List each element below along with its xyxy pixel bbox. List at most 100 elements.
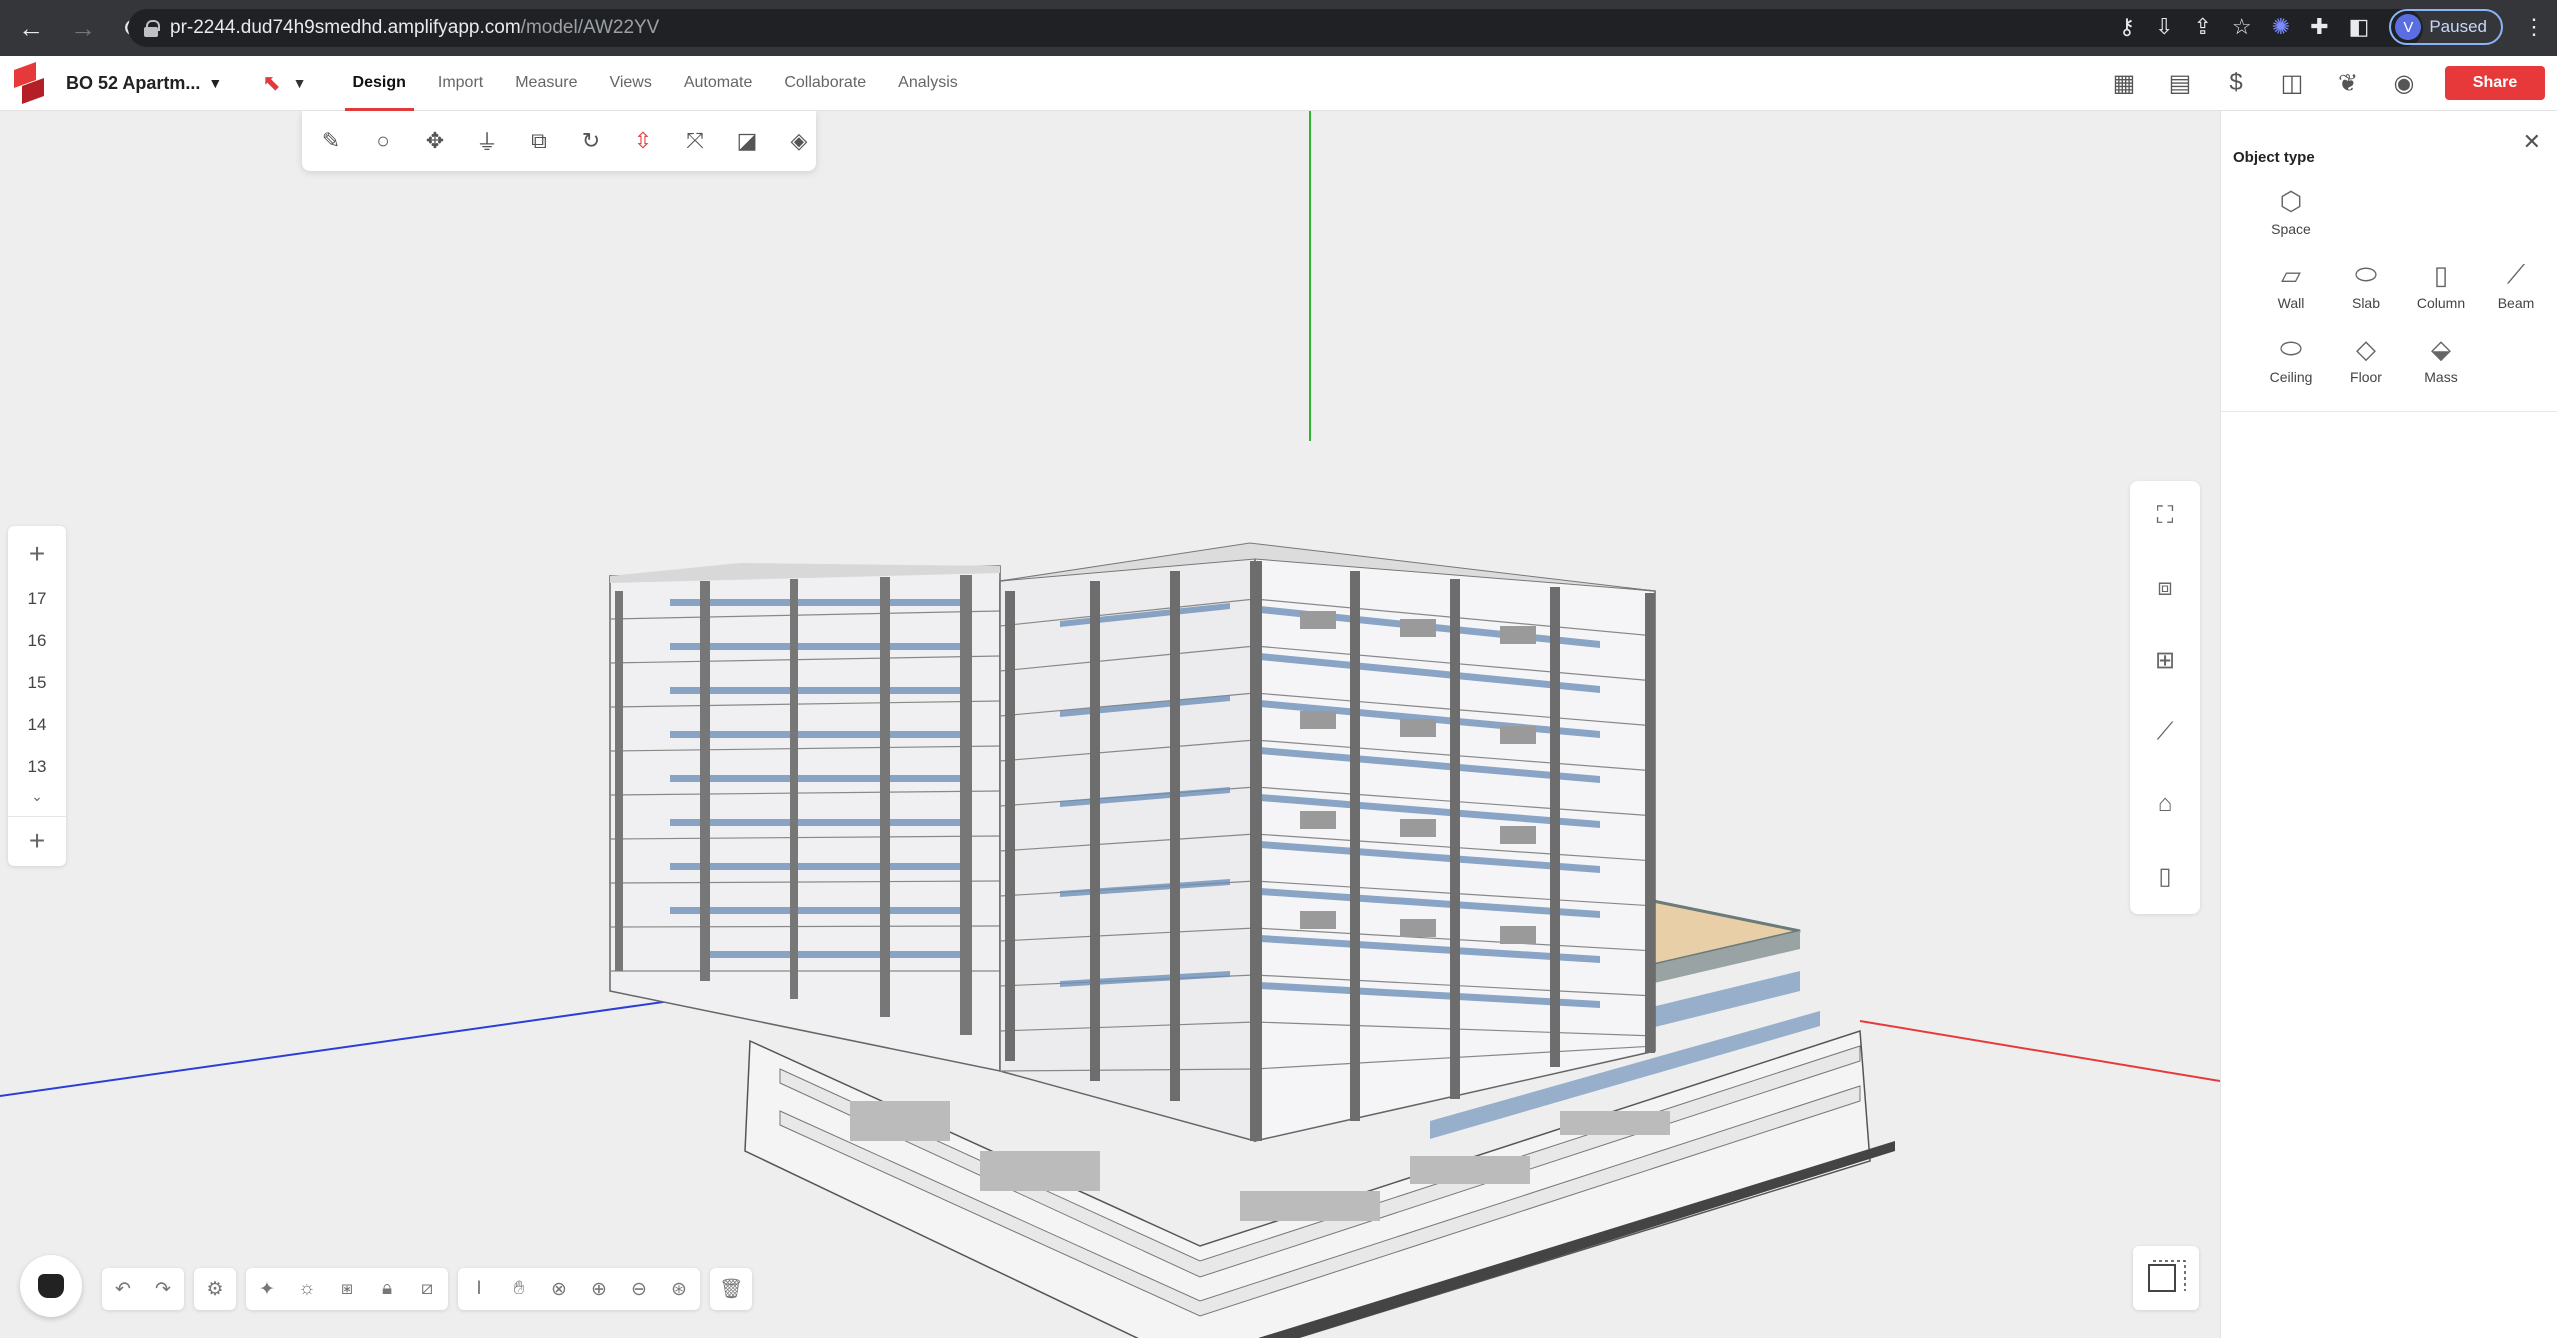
split-icon[interactable]: ⤧	[680, 126, 710, 156]
object-type-beam[interactable]: ⟋ Beam	[2476, 255, 2556, 311]
visibility-eye-icon[interactable]: ◉	[2389, 68, 2419, 98]
browser-menu-icon[interactable]: ⋮	[2523, 14, 2545, 40]
light-bulb-icon[interactable]: ☼	[294, 1276, 320, 1302]
pan-hand-icon[interactable]: ✋︎	[506, 1276, 532, 1302]
object-type-wall[interactable]: ▱ Wall	[2251, 255, 2331, 312]
profile-status: Paused	[2429, 17, 2487, 36]
delete-group: 🗑︎	[710, 1268, 752, 1310]
chat-launcher-button[interactable]	[20, 1255, 82, 1317]
left-tower-front	[609, 565, 1001, 1072]
copy-icon[interactable]: ⧉	[524, 126, 554, 156]
url-path: /model/AW22YV	[520, 17, 660, 38]
side-panel-icon[interactable]: ◧	[2349, 14, 2370, 40]
tab-design[interactable]: Design	[337, 56, 422, 111]
forward-icon[interactable]: →	[68, 13, 98, 44]
cursor-text-icon[interactable]: I	[466, 1276, 492, 1302]
extensions-puzzle-icon[interactable]: ✚	[2310, 14, 2328, 40]
move-icon[interactable]: ✥	[420, 126, 450, 156]
back-icon[interactable]: ←	[16, 13, 46, 44]
lock-icon[interactable]: 🔒︎	[374, 1276, 400, 1302]
chevron-down-icon[interactable]: ⌄	[31, 788, 43, 806]
floor-icon: ◇	[2356, 333, 2376, 364]
object-type-ceiling[interactable]: ⬭ Ceiling	[2251, 329, 2331, 385]
avatar: V	[2395, 14, 2422, 40]
redo-icon[interactable]: ↷	[150, 1276, 176, 1302]
paint-roller-icon[interactable]: ⧆	[334, 1276, 360, 1302]
mirror-icon[interactable]: ⇳	[628, 126, 658, 156]
sun-study-icon[interactable]: ✦	[254, 1276, 280, 1302]
bookmark-star-icon[interactable]: ☆	[2232, 14, 2252, 40]
circle-icon[interactable]: ○	[368, 126, 398, 156]
cost-dollar-icon[interactable]: $	[2221, 68, 2251, 98]
zoom-in-icon[interactable]: ⊕	[586, 1276, 612, 1302]
settings-gear-icon[interactable]: ⚙	[202, 1276, 228, 1302]
share-button[interactable]: Share	[2445, 66, 2545, 100]
cube-icon: ⬡	[2279, 185, 2303, 216]
level-item[interactable]: 15	[28, 662, 47, 704]
rotate-icon[interactable]: ↻	[576, 126, 606, 156]
undo-icon[interactable]: ↶	[110, 1276, 136, 1302]
level-item[interactable]: 16	[28, 620, 47, 662]
object-type-floor[interactable]: ◇ Floor	[2326, 329, 2406, 386]
close-icon[interactable]: ✕	[2523, 129, 2541, 155]
profile-button[interactable]: V Paused	[2389, 9, 2503, 45]
chat-bubble-icon	[38, 1274, 64, 1298]
add-level-below-button[interactable]: +	[8, 816, 66, 857]
object-type-label: Ceiling	[2269, 369, 2313, 385]
ruler-icon[interactable]: ⟋	[2150, 715, 2180, 749]
object-type-space[interactable]: ⬡ Space	[2251, 181, 2331, 238]
view-cube-button[interactable]	[2133, 1246, 2199, 1310]
side-tool-strip: ⛶ ⧈ ⊞ ⟋ ⌂ ▯	[2130, 481, 2200, 914]
panel-divider	[2221, 411, 2557, 412]
furniture-sofa-icon[interactable]: ⌂	[2150, 787, 2180, 821]
key-icon[interactable]: ⚷	[2119, 14, 2135, 40]
tab-automate[interactable]: Automate	[668, 56, 768, 111]
comments-icon[interactable]: ◫	[2277, 68, 2307, 98]
tab-collaborate[interactable]: Collaborate	[768, 56, 882, 111]
sustainability-leaf-icon[interactable]: ❦	[2333, 68, 2363, 98]
elevator-icon[interactable]: ⧈	[2150, 571, 2180, 605]
grid-icon[interactable]: ⊞	[2150, 643, 2180, 677]
trash-icon[interactable]: 🗑︎	[718, 1276, 744, 1302]
main-tabs: Design Import Measure Views Automate Col…	[337, 56, 974, 111]
scene-tools-group: ✦ ☼ ⧆ 🔒︎ ⧄	[246, 1268, 448, 1310]
floorplan-icon[interactable]: ▦	[2109, 68, 2139, 98]
push-pull-icon[interactable]: ⏚	[472, 126, 502, 156]
level-item[interactable]: 17	[28, 578, 47, 620]
cursor-icon: ⬉	[262, 70, 281, 95]
tab-analysis[interactable]: Analysis	[882, 56, 974, 111]
object-type-mass[interactable]: ⬙ Mass	[2401, 329, 2481, 386]
3d-viewport[interactable]: ✎ ○ ✥ ⏚ ⧉ ↻ ⇳ ⤧ ◪ ◈ + 17 16 15 14 13 ⌄ +…	[0, 111, 2220, 1338]
tab-views[interactable]: Views	[593, 56, 667, 111]
object-type-column[interactable]: ▯ Column	[2401, 255, 2481, 312]
site-map-icon[interactable]: ⛶	[2150, 499, 2180, 533]
object-type-slab[interactable]: ⬭ Slab	[2326, 255, 2406, 311]
bottom-toolbar: ↶ ↷ ⚙ ✦ ☼ ⧆ 🔒︎ ⧄ I ✋︎ ⊗ ⊕ ⊖ ⊛ 🗑︎	[102, 1268, 752, 1310]
document-icon[interactable]: ▯	[2150, 859, 2180, 893]
spreadsheet-icon[interactable]: ▤	[2165, 68, 2195, 98]
tab-import[interactable]: Import	[422, 56, 499, 111]
section-icon[interactable]: ◪	[732, 126, 762, 156]
address-bar[interactable]: pr-2244.dud74h9smedhd.amplifyapp.com/mod…	[128, 9, 2423, 47]
orbit-icon[interactable]: ⊗	[546, 1276, 572, 1302]
project-selector[interactable]: BO 52 Apartm... ▼	[66, 73, 222, 94]
unlock-icon[interactable]: ⧄	[414, 1276, 440, 1302]
mass-icon: ⬙	[2431, 333, 2451, 364]
zoom-out-icon[interactable]: ⊖	[626, 1276, 652, 1302]
material-icon[interactable]: ◈	[784, 126, 814, 156]
level-selector: + 17 16 15 14 13 ⌄ +	[8, 526, 66, 866]
extension-gear-icon[interactable]: ✺	[2272, 14, 2290, 40]
level-item[interactable]: 13	[28, 746, 47, 788]
add-level-above-button[interactable]: +	[29, 538, 45, 578]
object-type-label: Column	[2416, 295, 2466, 311]
share-page-icon[interactable]: ⇪	[2193, 14, 2211, 40]
app-logo[interactable]	[14, 66, 44, 100]
select-tool-dropdown[interactable]: ⬉ ▼	[262, 70, 306, 96]
pencil-draw-icon[interactable]: ✎	[316, 126, 346, 156]
zoom-fit-icon[interactable]: ⊛	[666, 1276, 692, 1302]
building-model-scene[interactable]	[0, 111, 2220, 1338]
chevron-down-icon: ▼	[208, 75, 223, 91]
tab-measure[interactable]: Measure	[499, 56, 593, 111]
level-item[interactable]: 14	[28, 704, 47, 746]
install-icon[interactable]: ⇩	[2155, 14, 2173, 40]
